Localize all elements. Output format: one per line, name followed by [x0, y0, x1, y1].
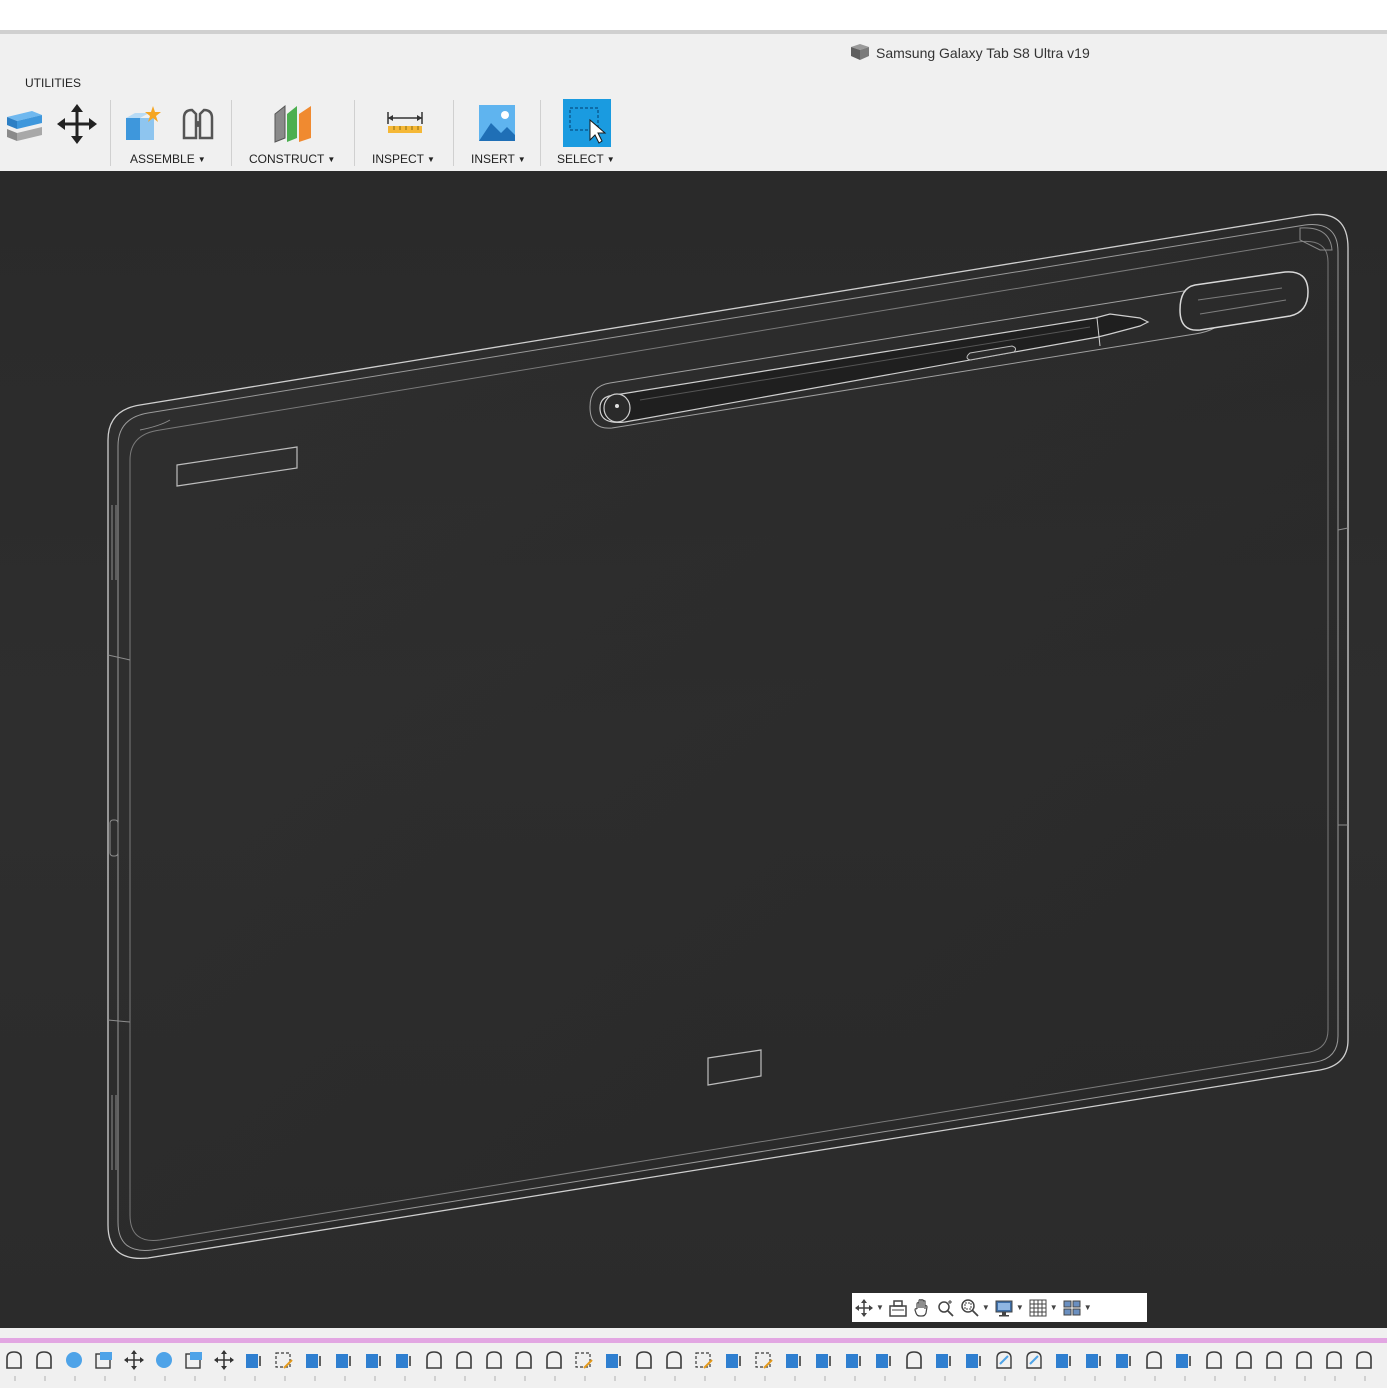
group-construct[interactable]: CONSTRUCT ▼ — [249, 152, 335, 166]
separator — [354, 100, 355, 166]
zoom-icon[interactable] — [936, 1298, 956, 1318]
timeline-extrude-icon[interactable] — [1142, 1348, 1166, 1372]
timeline-extrude-icon[interactable] — [1202, 1348, 1226, 1372]
timeline-box-icon[interactable] — [92, 1348, 116, 1372]
move-copy-icon[interactable] — [55, 102, 99, 146]
group-inspect[interactable]: INSPECT ▼ — [372, 152, 435, 166]
timeline-sphere-icon[interactable] — [152, 1348, 176, 1372]
timeline-extrude-icon[interactable] — [512, 1348, 536, 1372]
timeline-extrude-icon[interactable] — [1262, 1348, 1286, 1372]
timeline-fillet-icon[interactable] — [242, 1348, 266, 1372]
caret-down-icon: ▼ — [197, 155, 206, 164]
timeline-fillet-icon[interactable] — [1082, 1348, 1106, 1372]
timeline-box-icon[interactable] — [182, 1348, 206, 1372]
component-box-icon — [850, 43, 870, 64]
tab-utilities[interactable]: UTILITIES — [25, 76, 81, 90]
navigation-bar: ▼ ▼ ▼ ▼ ▼ — [852, 1293, 1147, 1322]
window-top-strip — [0, 0, 1387, 30]
separator — [540, 100, 541, 166]
timeline-fillet-icon[interactable] — [932, 1348, 956, 1372]
timeline-fillet-icon[interactable] — [1172, 1348, 1196, 1372]
separator — [231, 100, 232, 166]
offset-plane-icon[interactable] — [270, 102, 316, 144]
timeline-fillet-icon[interactable] — [1112, 1348, 1136, 1372]
separator — [453, 100, 454, 166]
timeline-extrude-icon[interactable] — [2, 1348, 26, 1372]
joint-icon[interactable] — [177, 104, 219, 144]
timeline-fillet-icon[interactable] — [962, 1348, 986, 1372]
timeline-extrude-icon[interactable] — [902, 1348, 926, 1372]
measure-icon[interactable] — [383, 106, 427, 142]
group-assemble[interactable]: ASSEMBLE ▼ — [130, 152, 206, 166]
timeline-chamfer-icon[interactable] — [992, 1348, 1016, 1372]
caret-down-icon: ▼ — [517, 155, 526, 164]
timeline-fillet-icon[interactable] — [842, 1348, 866, 1372]
timeline-move-icon[interactable] — [122, 1348, 146, 1372]
timeline-fillet-icon[interactable] — [722, 1348, 746, 1372]
pan-icon[interactable] — [912, 1298, 932, 1318]
timeline-sketch-icon[interactable] — [752, 1348, 776, 1372]
document-title-text: Samsung Galaxy Tab S8 Ultra v19 — [876, 45, 1090, 61]
timeline-items — [2, 1348, 1387, 1372]
timeline-fillet-icon[interactable] — [872, 1348, 896, 1372]
timeline-extrude-icon[interactable] — [1232, 1348, 1256, 1372]
tablet-model — [107, 213, 1349, 1260]
timeline — [0, 1328, 1387, 1388]
orbit-icon[interactable]: ▼ — [854, 1298, 884, 1318]
timeline-chamfer-icon[interactable] — [1022, 1348, 1046, 1372]
timeline-extrude-icon[interactable] — [1292, 1348, 1316, 1372]
document-title: Samsung Galaxy Tab S8 Ultra v19 — [850, 43, 1090, 64]
timeline-sphere-icon[interactable] — [62, 1348, 86, 1372]
timeline-sketch-icon[interactable] — [692, 1348, 716, 1372]
timeline-fillet-icon[interactable] — [302, 1348, 326, 1372]
viewports-icon[interactable]: ▼ — [1062, 1298, 1092, 1318]
timeline-extrude-icon[interactable] — [482, 1348, 506, 1372]
timeline-marker-bar — [0, 1338, 1387, 1343]
fit-icon[interactable]: ▼ — [960, 1298, 990, 1318]
timeline-extrude-icon[interactable] — [632, 1348, 656, 1372]
separator — [110, 100, 111, 166]
caret-down-icon: ▼ — [427, 155, 435, 164]
caret-down-icon: ▼ — [327, 155, 336, 164]
timeline-extrude-icon[interactable] — [452, 1348, 476, 1372]
timeline-move-icon[interactable] — [212, 1348, 236, 1372]
timeline-extrude-icon[interactable] — [32, 1348, 56, 1372]
group-insert[interactable]: INSERT ▼ — [471, 152, 526, 166]
select-icon[interactable] — [563, 99, 611, 147]
timeline-extrude-icon[interactable] — [1322, 1348, 1346, 1372]
viewport-canvas[interactable]: ▼ ▼ ▼ ▼ ▼ — [0, 171, 1387, 1328]
caret-down-icon: ▼ — [606, 155, 615, 164]
timeline-sketch-icon[interactable] — [572, 1348, 596, 1372]
timeline-extrude-icon[interactable] — [1352, 1348, 1376, 1372]
ribbon-toolbar: Samsung Galaxy Tab S8 Ultra v19 UTILITIE… — [0, 34, 1387, 171]
group-select[interactable]: SELECT ▼ — [557, 152, 615, 166]
make-icon[interactable] — [3, 102, 45, 144]
timeline-fillet-icon[interactable] — [782, 1348, 806, 1372]
timeline-sketch-icon[interactable] — [272, 1348, 296, 1372]
timeline-fillet-icon[interactable] — [812, 1348, 836, 1372]
timeline-fillet-icon[interactable] — [392, 1348, 416, 1372]
timeline-ticks — [14, 1376, 1366, 1381]
insert-image-icon[interactable] — [476, 102, 518, 144]
look-at-icon[interactable] — [888, 1298, 908, 1318]
timeline-extrude-icon[interactable] — [422, 1348, 446, 1372]
timeline-fillet-icon[interactable] — [332, 1348, 356, 1372]
grid-icon[interactable]: ▼ — [1028, 1298, 1058, 1318]
timeline-extrude-icon[interactable] — [542, 1348, 566, 1372]
timeline-fillet-icon[interactable] — [602, 1348, 626, 1372]
display-settings-icon[interactable]: ▼ — [994, 1298, 1024, 1318]
timeline-extrude-icon[interactable] — [662, 1348, 686, 1372]
timeline-fillet-icon[interactable] — [362, 1348, 386, 1372]
new-component-icon[interactable] — [122, 104, 164, 144]
timeline-fillet-icon[interactable] — [1052, 1348, 1076, 1372]
